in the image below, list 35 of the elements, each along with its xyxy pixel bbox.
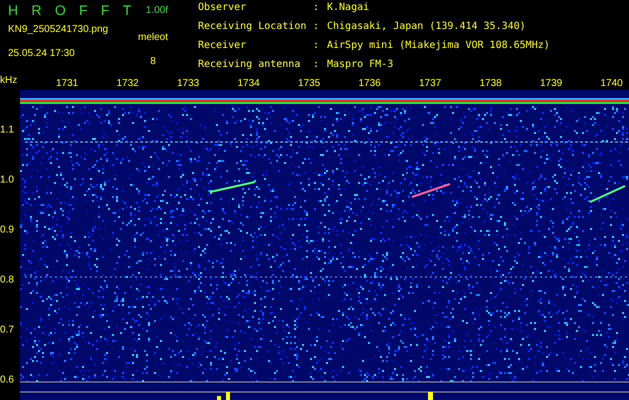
frequency-label: 0.9 (0, 224, 14, 236)
frequency-label: 0.6 (0, 374, 14, 386)
info-separator: : (313, 2, 320, 15)
file-name: KN9_2505241730.png (8, 24, 108, 35)
frequency-label: 1.0 (0, 174, 14, 186)
info-label: Observer (198, 2, 248, 15)
frequency-label: 0.8 (0, 274, 14, 286)
info-value: K.Nagai (327, 2, 370, 15)
time-label: 1736 (358, 78, 382, 90)
time-label: 1739 (540, 78, 564, 90)
time-label: 1731 (56, 78, 80, 90)
info-value: AirSpy mini (Miakejima VOR 108.65MHz) (327, 40, 550, 53)
info-value: Maspro FM-3 (327, 59, 394, 72)
info-label: Receiver (198, 40, 248, 53)
time-label: 1737 (419, 78, 442, 90)
frequency-label: 0.7 (0, 324, 14, 336)
info-separator: : (313, 40, 320, 53)
meteor-label: meleot (138, 32, 168, 43)
time-label: 1735 (298, 78, 322, 90)
info-separator: : (313, 59, 320, 72)
info-value: Chigasaki, Japan (139.414 35.340) (327, 21, 527, 34)
time-label: 1733 (177, 78, 200, 90)
meteor-count: 8 (150, 56, 156, 67)
date-time: 25.05.24 17:30 (8, 48, 76, 59)
frequency-label: 1.1 (0, 124, 14, 136)
version-label: 1.00f (146, 4, 168, 16)
info-label: Receiving antenna (198, 59, 302, 72)
app-title: HROFFT (8, 2, 145, 18)
info-separator: : (313, 21, 320, 34)
axis-unit: kHz (0, 75, 18, 86)
info-label: Receiving Location (198, 21, 308, 34)
time-label: 1732 (116, 78, 140, 90)
time-label: 1740 (600, 78, 624, 90)
time-label: 1738 (480, 78, 503, 90)
time-label: 1734 (238, 78, 261, 90)
